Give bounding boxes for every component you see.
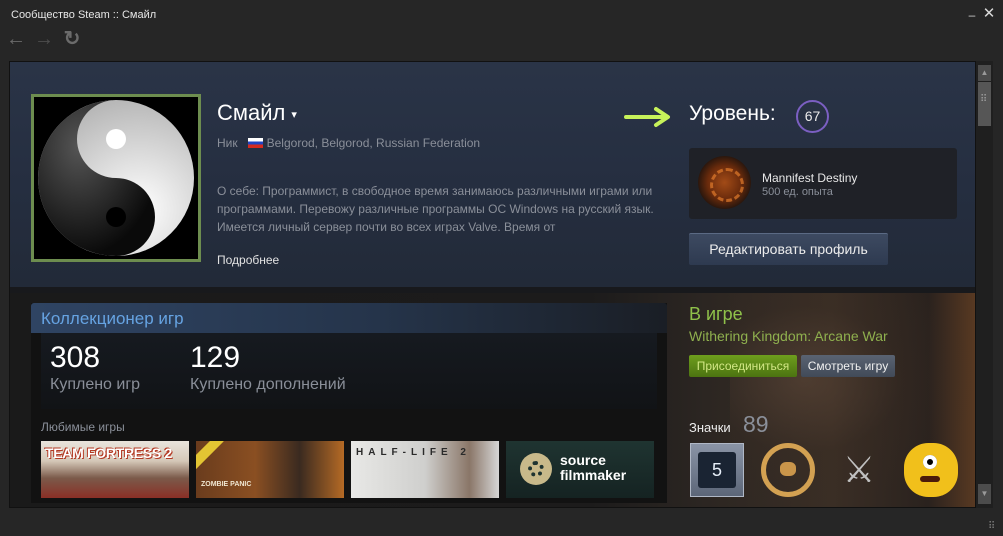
view-game-button[interactable]: Смотреть игру bbox=[801, 355, 895, 377]
game-collector-showcase: Коллекционер игр 308 Куплено игр 129 Куп… bbox=[31, 303, 667, 503]
title-bar: Сообщество Steam :: Смайл – ✕ bbox=[0, 0, 1003, 30]
edit-profile-button[interactable]: Редактировать профиль bbox=[689, 233, 888, 265]
arrow-right-icon[interactable]: → bbox=[34, 29, 54, 49]
badges-label[interactable]: Значки bbox=[689, 420, 731, 435]
join-game-button[interactable]: Присоединиться bbox=[689, 355, 797, 377]
badge-value: 5 bbox=[698, 452, 736, 488]
arrow-left-icon[interactable]: ← bbox=[6, 29, 26, 49]
stat-value: 129 bbox=[190, 341, 241, 374]
russia-flag-icon bbox=[247, 138, 263, 148]
game-capsule-zombie-panic[interactable]: ZOMBIE PANIC bbox=[196, 441, 344, 498]
profile-header: Смайл ▾ Ник Belgorod, Belgorod, Russian Fe… bbox=[10, 62, 975, 287]
scrollbar-thumb[interactable] bbox=[978, 82, 991, 126]
stat-games-owned[interactable]: 308 Куплено игр bbox=[50, 341, 140, 395]
favorite-games-label: Любимые игры bbox=[41, 420, 125, 434]
stat-label: Куплено игр bbox=[50, 376, 141, 393]
location-text: Belgorod, Belgorod, Russian Federation bbox=[266, 136, 481, 150]
resize-grip-icon[interactable]: ⠿ bbox=[988, 521, 1000, 533]
steering-wheel-badge-icon[interactable] bbox=[761, 443, 815, 497]
avatar[interactable] bbox=[31, 94, 201, 262]
online-status: В игре bbox=[689, 304, 743, 324]
profile-page: Смайл ▾ Ник Belgorod, Belgorod, Russian Fe… bbox=[9, 61, 976, 508]
game-title: ZOMBIE PANIC bbox=[201, 481, 252, 488]
level-label: Уровень: bbox=[689, 102, 776, 125]
profile-body: Коллекционер игр 308 Куплено игр 129 Куп… bbox=[10, 293, 975, 507]
favorite-games-list: TEAM FORTRESS 2 ZOMBIE PANIC HALF-LIFE 2… bbox=[41, 441, 657, 499]
stat-label: Куплено дополнений bbox=[190, 376, 346, 393]
crossed-swords-badge-icon[interactable]: ⚔ bbox=[832, 443, 886, 497]
years-of-service-badge-icon[interactable]: 5 bbox=[690, 443, 744, 497]
corner-tag bbox=[196, 441, 224, 470]
reload-icon[interactable]: ↻ bbox=[62, 29, 82, 49]
location-line: Ник Belgorod, Belgorod, Russian Federatio… bbox=[217, 136, 480, 150]
profile-summary: О себе: Программист, в свободное время з… bbox=[217, 184, 654, 234]
persona-name[interactable]: Смайл ▾ bbox=[217, 100, 297, 126]
yin-yang-icon bbox=[34, 97, 198, 259]
stat-value: 308 bbox=[50, 341, 101, 374]
game-capsule-half-life-2[interactable]: HALF-LIFE 2 bbox=[351, 441, 499, 498]
favorite-badge-name: Mannifest Destiny bbox=[762, 171, 858, 185]
game-capsule-source-filmmaker[interactable]: source filmmaker bbox=[506, 441, 654, 498]
showcase-title: Коллекционер игр bbox=[41, 309, 184, 328]
current-game: Withering Kingdom: Arcane War bbox=[689, 328, 888, 344]
favorite-badge-xp: 500 ед. опыта bbox=[762, 186, 833, 198]
game-title: HALF-LIFE 2 bbox=[356, 447, 471, 458]
window-title: Сообщество Steam :: Смайл bbox=[11, 9, 157, 21]
showcase-header: Коллекционер игр bbox=[31, 303, 667, 333]
game-title: TEAM FORTRESS 2 bbox=[45, 445, 172, 461]
scroll-up-icon[interactable]: ▲ bbox=[978, 65, 991, 81]
level-badge[interactable]: 67 bbox=[796, 100, 829, 133]
game-capsule-tf2[interactable]: TEAM FORTRESS 2 bbox=[41, 441, 189, 498]
read-more-link[interactable]: Подробнее bbox=[217, 253, 279, 267]
stat-dlc-owned[interactable]: 129 Куплено дополнений bbox=[190, 341, 346, 395]
persona-name-text: Смайл bbox=[217, 100, 286, 125]
film-reel-icon bbox=[520, 453, 552, 485]
close-icon[interactable]: ✕ bbox=[982, 6, 996, 22]
steam-window: Сообщество Steam :: Смайл – ✕ ← → ↻ Смай… bbox=[0, 0, 1003, 536]
nick-label: Ник bbox=[217, 136, 238, 150]
game-title: source filmmaker bbox=[560, 452, 627, 483]
yellow-monster-badge-icon[interactable] bbox=[904, 443, 958, 497]
arrow-right-annotation-icon bbox=[624, 107, 670, 127]
scroll-down-icon[interactable]: ▼ bbox=[978, 484, 991, 504]
chevron-down-icon[interactable]: ▾ bbox=[291, 108, 297, 121]
vertical-scrollbar[interactable]: ▲ ▼ bbox=[976, 61, 993, 508]
badges-count[interactable]: 89 bbox=[743, 411, 769, 438]
favorite-badge[interactable]: Mannifest Destiny 500 ед. опыта bbox=[689, 148, 957, 219]
showcase-stats: 308 Куплено игр 129 Куплено дополнений bbox=[41, 333, 657, 409]
mannifest-destiny-badge-icon bbox=[698, 156, 751, 209]
minimize-icon[interactable]: – bbox=[966, 8, 978, 22]
